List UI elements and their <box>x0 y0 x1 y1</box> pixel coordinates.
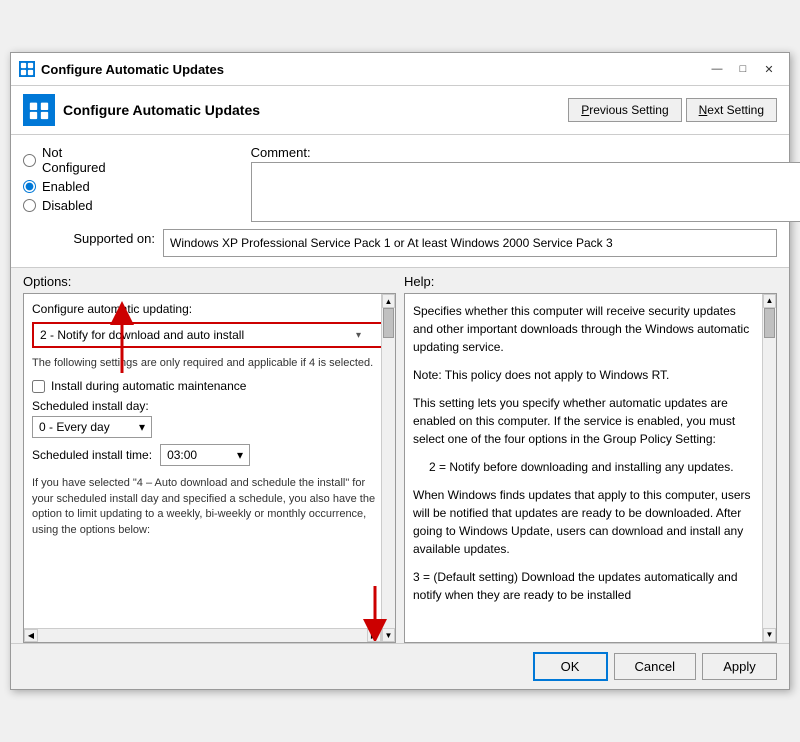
options-scrollbar-h[interactable]: ◀ ▶ <box>24 628 381 642</box>
checkbox-label: Install during automatic maintenance <box>51 379 246 393</box>
nav-buttons: Previous Setting Next Setting <box>568 98 777 122</box>
help-label: Help: <box>404 274 777 289</box>
help-scrollbar-v[interactable]: ▲ ▼ <box>762 294 776 642</box>
dropdown-value: 2 - Notify for download and auto install <box>40 328 244 342</box>
header-icon <box>23 94 55 126</box>
window-title: Configure Automatic Updates <box>41 62 224 77</box>
title-bar-left: Configure Automatic Updates <box>19 61 224 77</box>
window-icon <box>19 61 35 77</box>
comment-section: Comment: <box>251 145 800 225</box>
help-p1: Specifies whether this computer will rec… <box>413 302 768 356</box>
scroll-thumb[interactable] <box>383 308 394 338</box>
dropdown-arrow-icon: ▾ <box>356 330 361 341</box>
title-bar-controls: — □ ✕ <box>705 59 781 79</box>
close-button[interactable]: ✕ <box>757 59 781 79</box>
scroll-down-btn[interactable]: ▼ <box>382 628 395 642</box>
prev-setting-button[interactable]: Previous Setting <box>568 98 681 122</box>
content-area: Not Configured Enabled Disabled Comment:… <box>11 135 789 268</box>
enabled-label: Enabled <box>42 179 90 194</box>
two-panel: Options: Configure automatic updating: 2… <box>11 268 789 643</box>
main-window: Configure Automatic Updates — □ ✕ Config… <box>10 52 790 690</box>
not-configured-label: Not Configured <box>42 145 106 175</box>
ok-button[interactable]: OK <box>533 652 608 681</box>
minimize-button[interactable]: — <box>705 59 729 79</box>
header-bar: Configure Automatic Updates Previous Set… <box>11 86 789 135</box>
help-p4: 2 = Notify before downloading and instal… <box>413 458 768 476</box>
scheduled-time-select[interactable]: 03:00 ▾ <box>160 444 250 466</box>
scheduled-day-select[interactable]: 0 - Every day ▾ <box>32 416 152 438</box>
options-scrollbar-v[interactable]: ▲ ▼ <box>381 294 395 642</box>
cancel-button[interactable]: Cancel <box>614 653 696 680</box>
title-bar: Configure Automatic Updates — □ ✕ <box>11 53 789 86</box>
scroll-right-btn[interactable]: ▶ <box>367 629 381 642</box>
help-scroll-track <box>763 308 776 628</box>
disabled-label: Disabled <box>42 198 93 213</box>
bottom-bar: OK Cancel Apply <box>11 643 789 689</box>
radio-not-configured: Not Configured <box>23 145 106 175</box>
apply-button[interactable]: Apply <box>702 653 777 680</box>
help-scroll-up-btn[interactable]: ▲ <box>763 294 776 308</box>
help-scroll-down-btn[interactable]: ▼ <box>763 628 776 642</box>
scroll-track-h <box>38 629 367 642</box>
time-dropdown-icon: ▾ <box>237 448 243 462</box>
help-p5: When Windows finds updates that apply to… <box>413 486 768 558</box>
enabled-radio[interactable] <box>23 180 36 193</box>
scroll-track <box>382 308 395 628</box>
supported-row: Supported on: Windows XP Professional Se… <box>23 229 777 257</box>
day-dropdown-icon: ▾ <box>139 420 145 434</box>
comment-textarea[interactable] <box>251 162 800 222</box>
help-p3: This setting lets you specify whether au… <box>413 394 768 448</box>
configure-label: Configure automatic updating: <box>32 302 387 316</box>
radio-enabled: Enabled <box>23 179 106 194</box>
small-text: The following settings are only required… <box>32 356 387 371</box>
help-box: Specifies whether this computer will rec… <box>404 293 777 643</box>
supported-value: Windows XP Professional Service Pack 1 o… <box>163 229 777 257</box>
dropdown-wrapper: 2 - Notify for download and auto install… <box>32 322 387 348</box>
scheduled-day-label: Scheduled install day: <box>32 399 387 413</box>
scroll-left-btn[interactable]: ◀ <box>24 629 38 642</box>
bottom-option-text: If you have selected "4 – Auto download … <box>32 476 387 538</box>
help-p2: Note: This policy does not apply to Wind… <box>413 366 768 384</box>
maximize-button[interactable]: □ <box>731 59 755 79</box>
supported-label: Supported on: <box>23 231 163 246</box>
header-title: Configure Automatic Updates <box>63 102 560 118</box>
options-label: Options: <box>23 274 396 289</box>
disabled-radio[interactable] <box>23 199 36 212</box>
checkbox-item: Install during automatic maintenance <box>32 379 387 393</box>
next-setting-button[interactable]: Next Setting <box>686 98 777 122</box>
configure-dropdown[interactable]: 2 - Notify for download and auto install… <box>32 322 387 348</box>
radio-disabled: Disabled <box>23 198 106 213</box>
scroll-up-btn[interactable]: ▲ <box>382 294 395 308</box>
install-checkbox[interactable] <box>32 380 45 393</box>
options-box: Configure automatic updating: 2 - Notify… <box>23 293 396 643</box>
help-p6: 3 = (Default setting) Download the updat… <box>413 568 768 604</box>
options-panel: Options: Configure automatic updating: 2… <box>23 274 396 643</box>
not-configured-radio[interactable] <box>23 154 36 167</box>
radio-section: Not Configured Enabled Disabled <box>23 145 106 225</box>
help-scroll-thumb[interactable] <box>764 308 775 338</box>
scheduled-time-label: Scheduled install time: <box>32 448 152 462</box>
comment-label: Comment: <box>251 145 800 160</box>
help-panel: Help: Specifies whether this computer wi… <box>404 274 777 643</box>
